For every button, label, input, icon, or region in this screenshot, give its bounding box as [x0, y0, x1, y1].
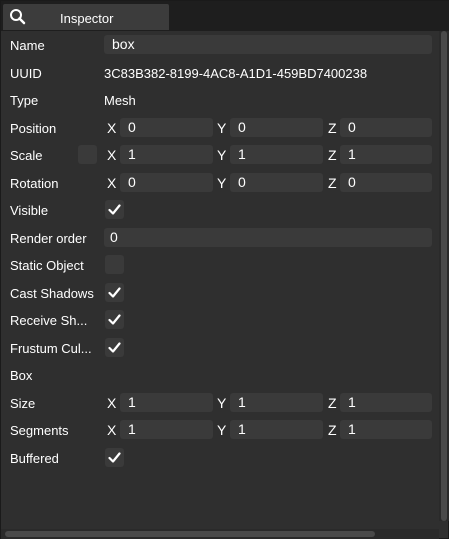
static-object-label: Static Object [10, 258, 84, 273]
size-y-input[interactable]: 1 [230, 393, 323, 412]
rotation-row: Rotation X 0 Y 0 Z 0 [1, 171, 441, 197]
buffered-row: Buffered [1, 446, 441, 472]
visible-checkbox[interactable] [105, 200, 124, 219]
rotation-z-axis: Z [328, 175, 337, 191]
scale-z-input[interactable]: 1 [340, 145, 432, 164]
segments-z-input[interactable]: 1 [340, 420, 432, 439]
position-x-input[interactable]: 0 [120, 118, 213, 137]
horizontal-scrollbar-thumb[interactable] [5, 531, 375, 537]
frustum-culled-checkbox[interactable] [105, 338, 124, 357]
render-order-label: Render order [10, 231, 87, 246]
visible-label: Visible [10, 203, 49, 218]
scale-x-input[interactable]: 1 [120, 145, 213, 164]
position-x-axis: X [107, 120, 117, 136]
size-x-axis: X [107, 395, 117, 411]
buffered-checkbox[interactable] [105, 448, 124, 467]
cast-shadows-checkbox[interactable] [105, 283, 124, 302]
size-y-axis: Y [217, 395, 227, 411]
uuid-value: 3C83B382-8199-4AC8-A1D1-459BD7400238 [104, 66, 368, 81]
check-icon [108, 204, 121, 215]
buffered-label: Buffered [10, 451, 59, 466]
segments-x-axis: X [107, 422, 117, 438]
vertical-scrollbar[interactable] [439, 31, 449, 521]
horizontal-scrollbar[interactable] [1, 529, 439, 539]
segments-x-input[interactable]: 1 [120, 420, 213, 439]
segments-z-axis: Z [328, 422, 337, 438]
type-label: Type [10, 93, 39, 108]
render-order-row: Render order 0 [1, 226, 441, 252]
name-row: Name box [1, 33, 441, 59]
segments-label: Segments [10, 423, 69, 438]
rotation-z-input[interactable]: 0 [340, 173, 432, 192]
position-y-input[interactable]: 0 [230, 118, 323, 137]
search-icon [9, 8, 27, 31]
position-label: Position [10, 121, 57, 136]
size-label: Size [10, 396, 36, 411]
scale-y-axis: Y [217, 147, 227, 163]
check-icon [108, 452, 121, 463]
tab-title: Inspector [60, 11, 114, 26]
check-icon [108, 314, 121, 325]
name-input[interactable]: box [104, 35, 432, 54]
position-z-input[interactable]: 0 [340, 118, 432, 137]
segments-row: Segments X 1 Y 1 Z 1 [1, 418, 441, 444]
inspector-panel: Inspector Name box UUID 3C83B382-8199-4A… [0, 0, 449, 539]
receive-shadows-label: Receive Sh... [10, 313, 88, 328]
scale-row: Scale X 1 Y 1 Z 1 [1, 143, 441, 169]
rotation-label: Rotation [10, 176, 59, 191]
scale-z-axis: Z [328, 147, 337, 163]
name-label: Name [10, 38, 45, 53]
scale-y-input[interactable]: 1 [230, 145, 323, 164]
rotation-y-axis: Y [217, 175, 227, 191]
size-z-axis: Z [328, 395, 337, 411]
cast-shadows-row: Cast Shadows [1, 281, 441, 307]
uuid-row: UUID 3C83B382-8199-4AC8-A1D1-459BD740023… [1, 61, 441, 87]
tab-inspector[interactable]: Inspector [3, 4, 169, 30]
segments-y-input[interactable]: 1 [230, 420, 323, 439]
position-row: Position X 0 Y 0 Z 0 [1, 116, 441, 142]
scale-lock-checkbox[interactable] [78, 145, 97, 164]
box-section-row: Box [1, 363, 441, 389]
size-row: Size X 1 Y 1 Z 1 [1, 391, 441, 417]
receive-shadows-checkbox[interactable] [105, 310, 124, 329]
size-z-input[interactable]: 1 [340, 393, 432, 412]
render-order-input[interactable]: 0 [104, 228, 432, 247]
rotation-y-input[interactable]: 0 [230, 173, 323, 192]
uuid-label: UUID [10, 66, 42, 81]
size-x-input[interactable]: 1 [120, 393, 213, 412]
position-z-axis: Z [328, 120, 337, 136]
check-icon [108, 342, 121, 353]
cast-shadows-label: Cast Shadows [10, 286, 94, 301]
rotation-x-input[interactable]: 0 [120, 173, 213, 192]
type-value: Mesh [104, 93, 136, 108]
box-section-heading: Box [10, 368, 33, 383]
static-object-row: Static Object [1, 253, 441, 279]
vertical-scrollbar-thumb[interactable] [441, 31, 447, 521]
position-y-axis: Y [217, 120, 227, 136]
scale-x-axis: X [107, 147, 117, 163]
segments-y-axis: Y [217, 422, 227, 438]
visible-row: Visible [1, 198, 441, 224]
receive-shadows-row: Receive Sh... [1, 308, 441, 334]
static-object-checkbox[interactable] [105, 255, 124, 274]
frustum-culled-label: Frustum Cul... [10, 341, 92, 356]
scale-label: Scale [10, 148, 43, 163]
tab-bar: Inspector [1, 1, 449, 31]
frustum-culled-row: Frustum Cul... [1, 336, 441, 362]
type-row: Type Mesh [1, 88, 441, 114]
rotation-x-axis: X [107, 175, 117, 191]
check-icon [108, 287, 121, 298]
